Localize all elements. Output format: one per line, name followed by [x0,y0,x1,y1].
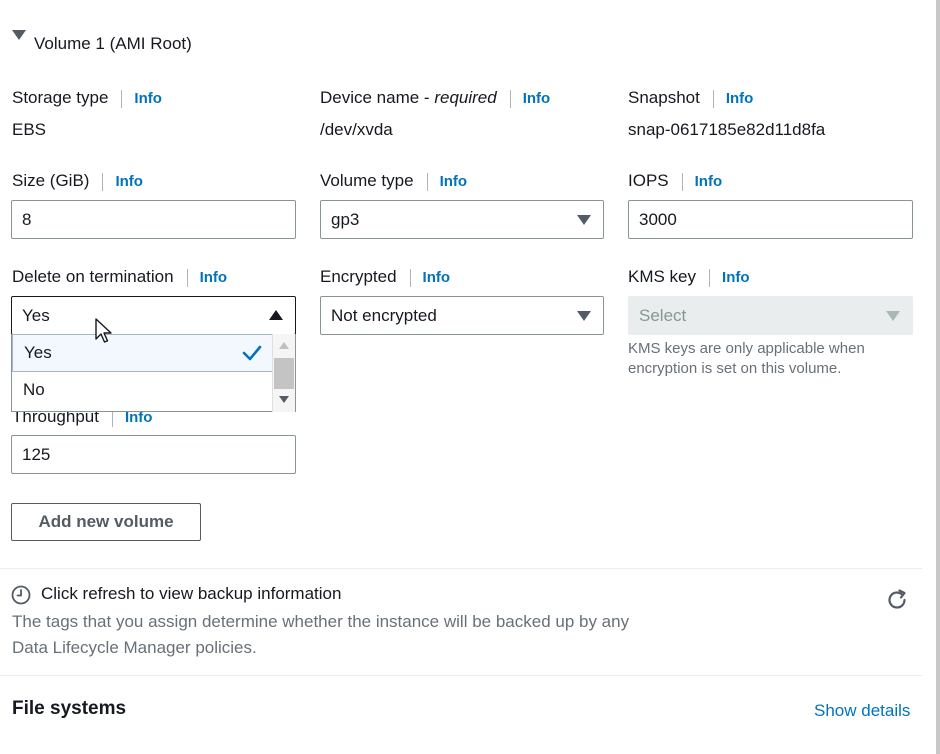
size-label: Size (GiB) [12,171,90,190]
option-yes-label: Yes [24,343,52,362]
option-yes[interactable]: Yes [12,334,273,372]
iops-label: IOPS [628,171,669,190]
show-details-link[interactable]: Show details [814,701,910,721]
backup-line2: Data Lifecycle Manager policies. [12,638,257,657]
size-label-row: Size (GiB) Info [12,171,143,191]
kms-key-label: KMS key [628,267,697,286]
delete-on-termination-select[interactable]: Yes [11,296,296,335]
backup-title: Click refresh to view backup information [41,584,342,603]
delete-on-termination-label-row: Delete on termination Info [12,267,227,287]
scroll-down-icon[interactable] [279,396,289,403]
caret-down-icon [577,215,591,225]
kms-key-help-line1: KMS keys are only applicable when [628,340,865,357]
delete-on-termination-dropdown[interactable]: Yes No [11,334,296,412]
storage-type-value: EBS [12,120,47,139]
backup-description: The tags that you assign determine wheth… [12,609,712,661]
checkmark-icon [242,345,262,361]
kms-key-placeholder: Select [639,306,687,325]
size-input[interactable]: 8 [11,200,296,239]
storage-type-info-link[interactable]: Info [134,90,162,107]
volume-type-select[interactable]: gp3 [320,200,604,239]
clock-icon [11,585,31,605]
caret-up-icon [269,310,283,320]
encrypted-info-link[interactable]: Info [423,269,451,286]
delete-on-termination-value: Yes [22,306,50,325]
storage-type-label: Storage type [12,88,109,107]
volume-type-label-row: Volume type Info [320,171,467,191]
snapshot-label: Snapshot [628,88,700,107]
encrypted-label: Encrypted [320,267,397,286]
backup-line1: The tags that you assign determine wheth… [12,612,630,631]
option-no-label: No [23,380,45,399]
scroll-up-icon[interactable] [279,342,289,349]
kms-key-help-line2: encryption is set on this volume. [628,360,842,377]
kms-key-help: KMS keys are only applicable when encryp… [628,339,918,379]
divider [0,568,922,569]
volume-title: Volume 1 (AMI Root) [34,34,192,53]
encrypted-value: Not encrypted [331,306,437,325]
dropdown-scrollbar[interactable] [272,334,295,412]
throughput-input[interactable]: 125 [11,435,296,474]
volume-type-value: gp3 [331,210,360,229]
add-new-volume-button[interactable]: Add new volume [11,503,201,541]
volume-type-label: Volume type [320,171,414,190]
encrypted-select[interactable]: Not encrypted [320,296,604,335]
delete-on-termination-info-link[interactable]: Info [200,269,228,286]
storage-type-label-row: Storage type Info [12,88,162,108]
kms-key-info-link[interactable]: Info [722,269,750,286]
delete-on-termination-label: Delete on termination [12,267,174,286]
file-systems-title: File systems [12,698,127,719]
page-scrollbar[interactable] [936,0,940,754]
device-name-required: required [434,88,497,107]
snapshot-label-row: Snapshot Info [628,88,753,108]
divider [0,675,922,676]
volume-type-info-link[interactable]: Info [440,173,468,190]
size-info-link[interactable]: Info [115,173,143,190]
iops-input[interactable]: 3000 [628,200,913,239]
kms-key-label-row: KMS key Info [628,267,750,287]
refresh-icon[interactable] [885,588,909,612]
encrypted-label-row: Encrypted Info [320,267,450,287]
kms-key-select: Select [628,296,913,335]
snapshot-info-link[interactable]: Info [726,90,754,107]
device-name-info-link[interactable]: Info [523,90,551,107]
snapshot-value: snap-0617185e82d11d8fa [628,120,826,139]
option-no[interactable]: No [12,372,273,410]
device-name-label-row: Device name - required Info [320,88,550,108]
scroll-thumb[interactable] [274,358,294,389]
device-name-label: Device name - [320,88,435,107]
device-name-value: /dev/xvda [320,120,393,139]
iops-label-row: IOPS Info [628,171,722,191]
caret-down-icon [12,30,26,40]
caret-down-icon [577,311,591,321]
iops-info-link[interactable]: Info [695,173,723,190]
cursor-icon [95,318,112,343]
caret-down-icon [886,311,900,321]
